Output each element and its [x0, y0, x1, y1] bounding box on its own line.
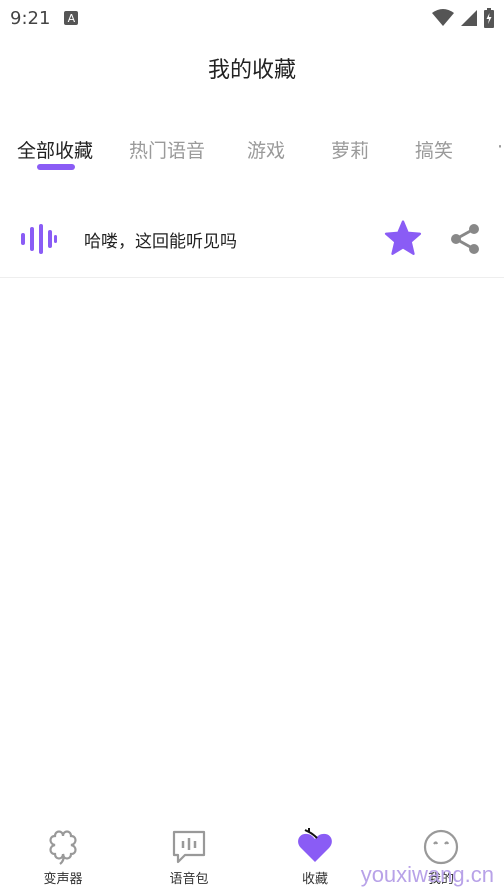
star-icon[interactable] [384, 220, 422, 256]
status-left: 9:21 A [10, 7, 79, 29]
notification-a-icon: A [64, 11, 79, 25]
tab-funny[interactable]: 搞笑 [415, 136, 453, 163]
wifi-icon [432, 9, 454, 26]
signal-icon [461, 10, 477, 26]
nav-voice-pack[interactable]: 语音包 [149, 818, 229, 887]
nav-label: 收藏 [301, 872, 328, 887]
face-icon [423, 829, 459, 865]
tab-more-overflow[interactable]: · [497, 136, 503, 158]
list-item[interactable]: 哈喽，这回能听见吗 [0, 200, 504, 278]
status-right [432, 8, 494, 28]
voice-clip-text: 哈喽，这回能听见吗 [84, 232, 237, 252]
sound-wave-icon [21, 224, 57, 254]
tab-loli[interactable]: 萝莉 [331, 136, 369, 163]
heart-icon [298, 828, 332, 862]
nav-favorites[interactable]: 收藏 [275, 818, 355, 887]
battery-icon [484, 8, 494, 28]
nav-label: 变声器 [43, 872, 83, 887]
status-time: 9:21 [10, 7, 51, 29]
clover-icon [49, 830, 77, 865]
tab-indicator [37, 164, 75, 170]
share-icon[interactable] [448, 222, 482, 256]
nav-voice-changer[interactable]: 变声器 [23, 818, 103, 887]
category-tabs: 全部收藏 热门语音 游戏 萝莉 搞笑 · [0, 128, 504, 178]
watermark: youxiwang.cn [360, 862, 494, 887]
tab-all-favorites[interactable]: 全部收藏 [17, 136, 93, 163]
nav-label: 语音包 [169, 872, 209, 887]
chat-bars-icon [172, 830, 206, 864]
tab-games[interactable]: 游戏 [247, 136, 285, 163]
tab-hot-voices[interactable]: 热门语音 [129, 136, 205, 163]
page-title: 我的收藏 [207, 58, 296, 83]
status-bar: 9:21 A [0, 0, 504, 36]
